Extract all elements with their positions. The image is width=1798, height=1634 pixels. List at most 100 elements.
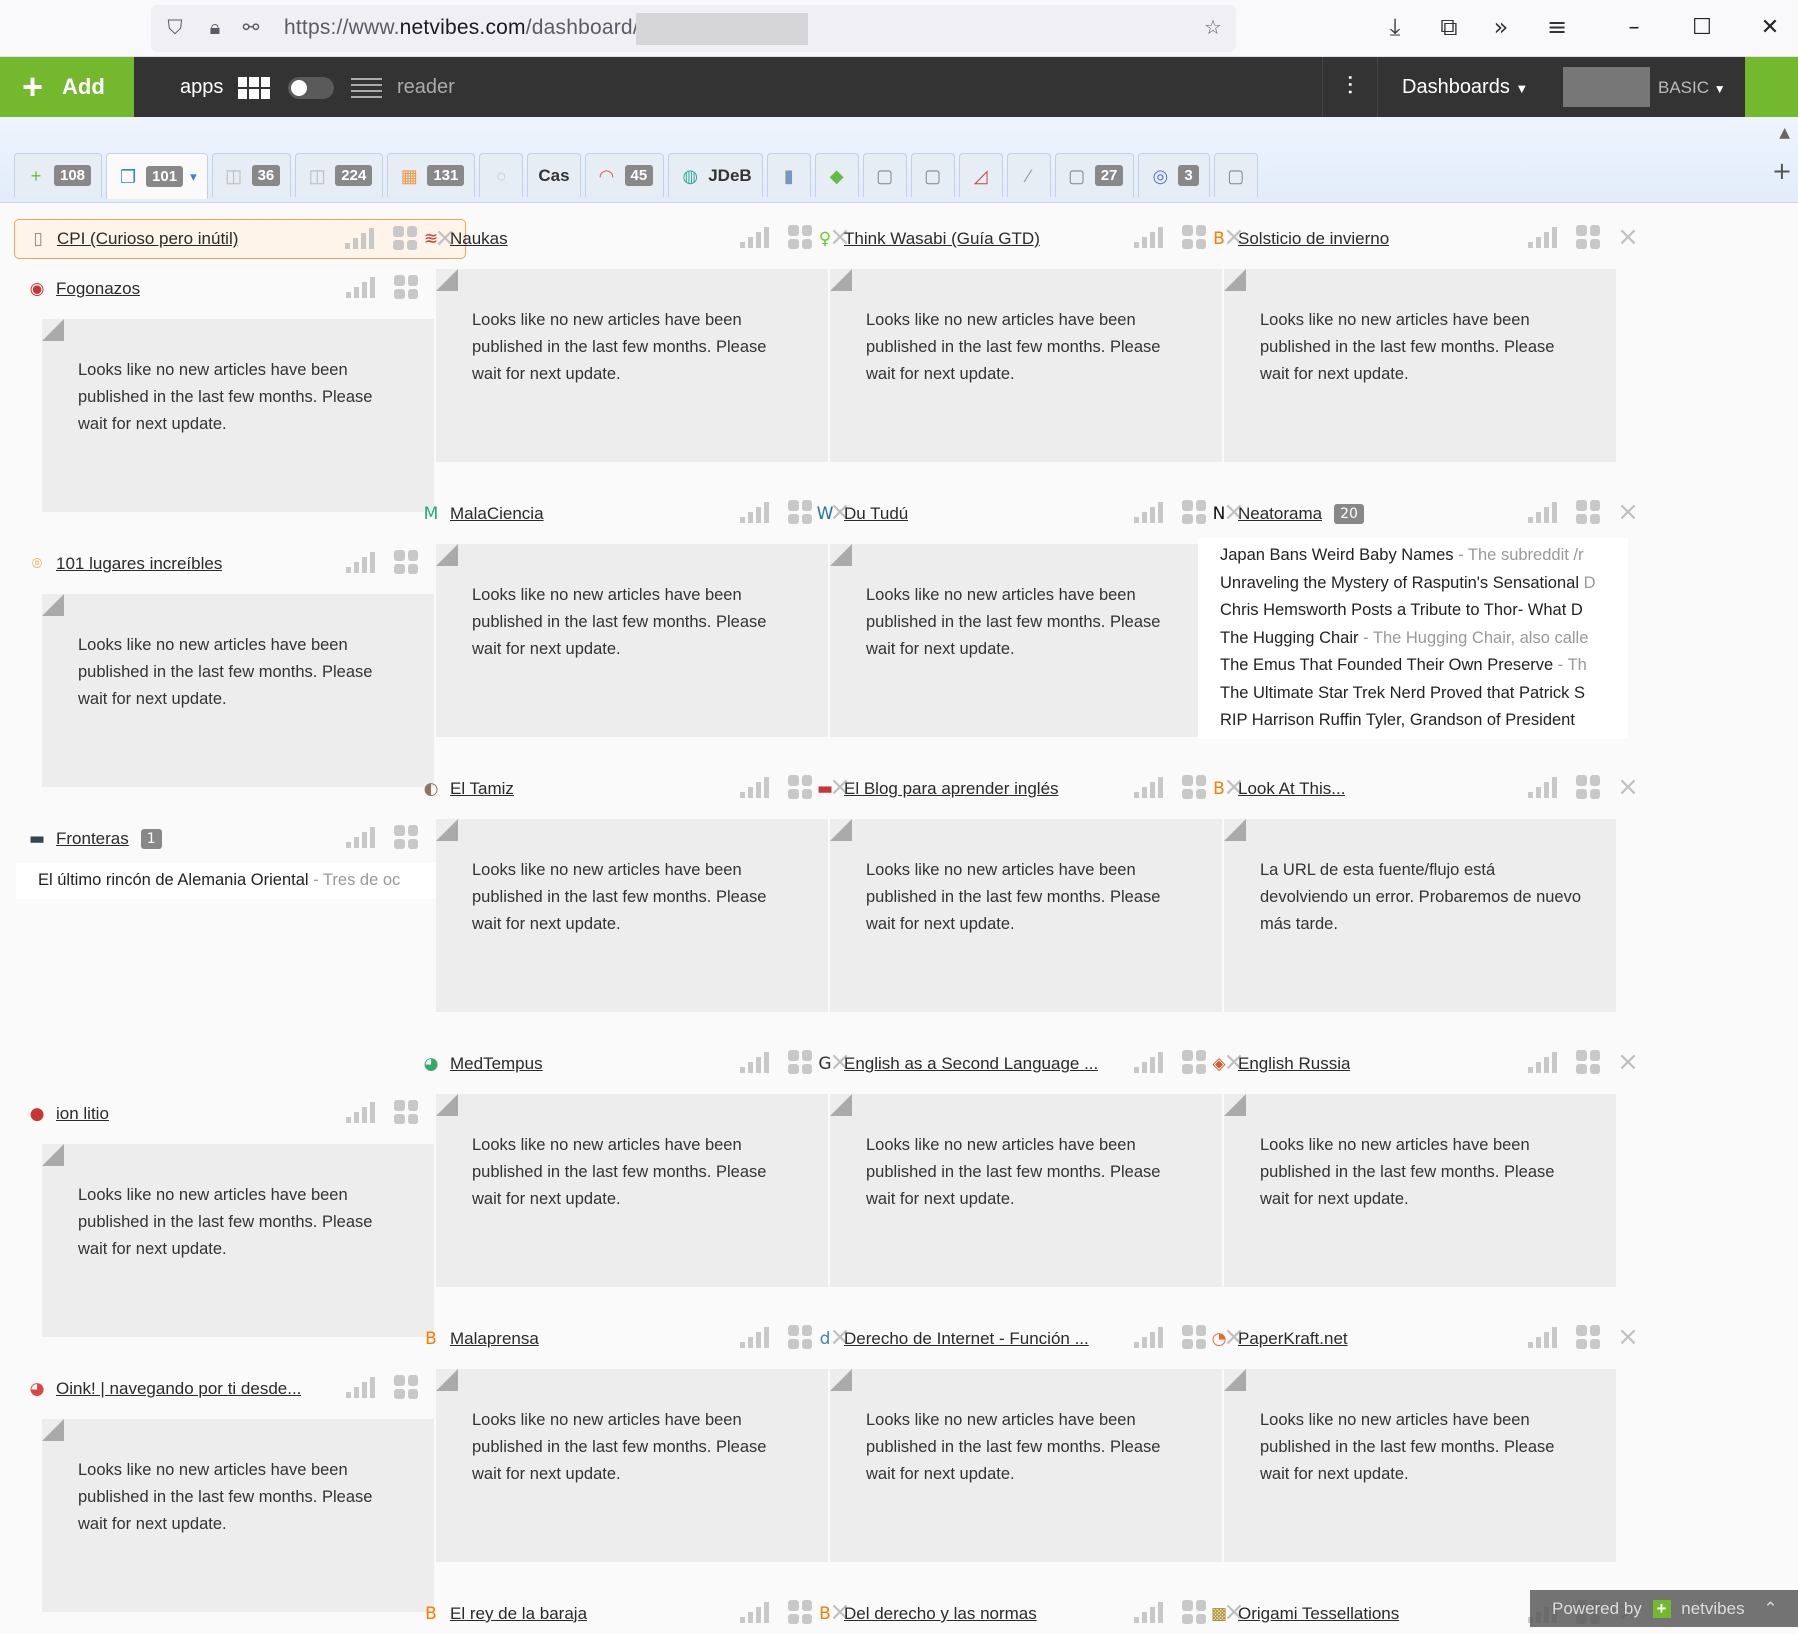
widget-title-link[interactable]: Origami Tessellations [1238,1604,1399,1624]
widget-title-link[interactable]: Fronteras [56,829,129,849]
close-widget-icon[interactable]: × [1616,1049,1640,1075]
tab-8[interactable]: ◍ JDeB [668,153,763,197]
widget-header[interactable]: W Du Tudú × [802,494,1254,534]
article-title-link[interactable]: RIP Harrison Ruffin Tyler, Grandson of P… [1220,711,1575,729]
widget-header[interactable]: G English as a Second Language ... × [802,1044,1254,1084]
stats-bars-icon[interactable] [346,276,378,298]
tab-4[interactable]: ▦ 131 [387,153,476,197]
widget-title-link[interactable]: Fogonazos [56,279,140,299]
add-tab-icon[interactable]: + [1772,157,1792,185]
tab-7[interactable]: ◠ 45 [584,153,665,197]
list-item[interactable]: Unraveling the Mystery of Rasputin's Sen… [1198,570,1628,598]
apps-label[interactable]: apps [180,57,223,117]
list-item[interactable]: El último rincón de Alemania Oriental - … [16,867,446,895]
stats-bars-icon[interactable] [1528,501,1560,523]
list-item[interactable]: The Emus That Founded Their Own Preserve… [1198,652,1628,680]
stats-bars-icon[interactable] [1134,501,1166,523]
widget-title-link[interactable]: Derecho de Internet - Función ... [844,1329,1089,1349]
article-title-link[interactable]: The Ultimate Star Trek Nerd Proved that … [1220,684,1585,702]
stats-bars-icon[interactable] [1528,1326,1560,1348]
widget-title-link[interactable]: El Blog para aprender inglés [844,779,1059,799]
stats-bars-icon[interactable] [1528,226,1560,248]
widget-title-link[interactable]: MedTempus [450,1054,543,1074]
widget-grid-icon[interactable] [1576,1325,1600,1349]
tab-12[interactable]: ▢ [910,153,955,197]
plan-menu[interactable]: BASIC ▼ [1658,57,1726,120]
article-title-link[interactable]: The Emus That Founded Their Own Preserve [1220,656,1553,674]
widget-header[interactable]: ♀ Think Wasabi (Guía GTD) × [802,219,1254,259]
widget-header[interactable]: ◈ English Russia × [1196,1044,1648,1084]
stats-bars-icon[interactable] [1134,1326,1166,1348]
widget-title-link[interactable]: El rey de la baraja [450,1604,587,1624]
article-title-link[interactable]: Unraveling the Mystery of Rasputin's Sen… [1220,574,1579,592]
widget-title-link[interactable]: Malaprensa [450,1329,539,1349]
list-item[interactable]: Chris Hemsworth Posts a Tribute to Thor-… [1198,597,1628,625]
tab-dropdown-icon[interactable]: ▾ [190,169,197,185]
widget-title-link[interactable]: Solsticio de invierno [1238,229,1389,249]
widget-header[interactable]: B Del derecho y las normas × [802,1594,1254,1634]
article-title-link[interactable]: El último rincón de Alemania Oriental [38,871,309,889]
dashboards-menu[interactable]: Dashboards ▼ [1380,57,1550,117]
tab-15[interactable]: ▢ 27 [1054,153,1135,197]
maximize-icon[interactable]: ☐ [1682,8,1722,48]
extensions-icon[interactable]: ⧉ [1432,10,1466,44]
article-title-link[interactable]: Japan Bans Weird Baby Names [1220,546,1454,564]
close-widget-icon[interactable]: × [1616,774,1640,800]
widget-grid-icon[interactable] [1576,775,1600,799]
overflow-chevron-icon[interactable]: » [1484,10,1518,44]
tab-0[interactable]: +108 [14,153,103,197]
view-mode-toggle[interactable] [288,77,334,99]
bookmark-star-icon[interactable]: ☆ [1201,15,1225,39]
stats-bars-icon[interactable] [740,226,772,248]
widget-header[interactable]: ≋ Naukas × [408,219,860,259]
list-item[interactable]: The Hugging Chair - The Hugging Chair, a… [1198,625,1628,653]
close-widget-icon[interactable]: × [1616,499,1640,525]
widget-title-link[interactable]: English as a Second Language ... [844,1054,1098,1074]
widget-title-link[interactable]: Del derecho y las normas [844,1604,1037,1624]
widget-grid-icon[interactable] [1576,1050,1600,1074]
stats-bars-icon[interactable] [740,776,772,798]
widget-header[interactable]: ◉Fogonazos× [14,269,466,309]
widget-title-link[interactable]: ion litio [56,1104,109,1124]
user-avatar[interactable] [1563,67,1650,107]
article-title-link[interactable]: Chris Hemsworth Posts a Tribute to Thor-… [1220,601,1583,619]
shield-icon[interactable]: ⛉ [163,15,187,39]
widget-header[interactable]: M MalaCiencia × [408,494,860,534]
address-bar[interactable]: ⛉ 🔒︎ ⚯ https://www.netvibes.com/dashboar… [151,5,1236,52]
widget-title-link[interactable]: Naukas [450,229,508,249]
widget-title-link[interactable]: CPI (Curioso pero inútil) [57,229,238,249]
widget-header[interactable]: ◕Oink! | navegando por ti desde...× [14,1369,466,1409]
widget-header[interactable]: N Neatorama 20 × [1196,494,1648,534]
list-item[interactable]: RIP Harrison Ruffin Tyler, Grandson of P… [1198,707,1628,735]
netvibes-logo[interactable] [1745,57,1798,117]
scroll-up-icon[interactable]: ▲ [1779,125,1790,141]
widget-header[interactable]: ▬ El Blog para aprender inglés × [802,769,1254,809]
list-item[interactable]: The Ultimate Star Trek Nerd Proved that … [1198,680,1628,708]
stats-bars-icon[interactable] [740,1601,772,1623]
reader-list-icon[interactable] [351,78,382,98]
stats-bars-icon[interactable] [1134,1601,1166,1623]
widget-header[interactable]: ◐ El Tamiz × [408,769,860,809]
tab-13[interactable]: ◿ [958,153,1003,197]
widget-header[interactable]: B Malaprensa × [408,1319,860,1359]
widget-title-link[interactable]: PaperKraft.net [1238,1329,1348,1349]
widget-header[interactable]: ◔ PaperKraft.net × [1196,1319,1648,1359]
settings-sliders-icon[interactable]: ⫶ [1322,57,1378,117]
permissions-icon[interactable]: ⚯ [239,15,263,39]
stats-bars-icon[interactable] [740,1051,772,1073]
widget-grid-icon[interactable] [1576,500,1600,524]
widget-title-link[interactable]: Look At This... [1238,779,1345,799]
close-window-icon[interactable]: ✕ [1750,8,1790,48]
widget-title-link[interactable]: English Russia [1238,1054,1350,1074]
stats-bars-icon[interactable] [1528,776,1560,798]
stats-bars-icon[interactable] [1134,226,1166,248]
list-item[interactable]: Japan Bans Weird Baby Names - The subred… [1198,542,1628,570]
stats-bars-icon[interactable] [346,1376,378,1398]
apps-grid-icon[interactable] [238,77,270,99]
widget-title-link[interactable]: 101 lugares increíbles [56,554,222,574]
widget-header[interactable]: d Derecho de Internet - Función ... × [802,1319,1254,1359]
widget-grid-icon[interactable] [1576,225,1600,249]
widget-header[interactable]: B El rey de la baraja × [408,1594,860,1634]
tab-5[interactable]: ○ [479,153,524,197]
tab-9[interactable]: ▮ [766,153,811,197]
